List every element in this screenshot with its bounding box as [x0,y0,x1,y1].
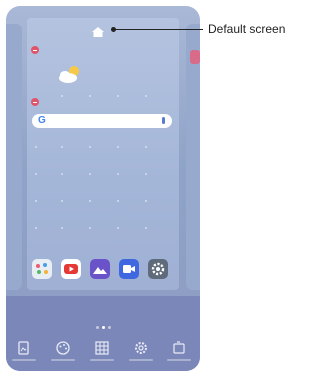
search-bar[interactable]: G [32,114,172,128]
grid-dot [61,146,63,148]
default-home-icon[interactable] [92,27,104,37]
remove-widget-icon[interactable] [31,46,39,54]
grid-dot [117,95,119,97]
toolbar-label [51,359,75,361]
grid-dot [61,227,63,229]
grid-dot [35,146,37,148]
grid-dot [117,146,119,148]
grid-dot [145,227,147,229]
grid-dot [117,227,119,229]
settings-icon[interactable] [133,340,149,356]
grid-dot [145,200,147,202]
gallery-app-icon[interactable] [32,259,52,279]
youtube-app-icon[interactable] [61,259,81,279]
theme-icon[interactable] [55,340,71,356]
page-indicator [94,316,112,334]
grid-dot [145,173,147,175]
video-app-icon[interactable] [119,259,139,279]
next-screen-preview[interactable] [186,24,200,290]
grid-dot [89,173,91,175]
page-dot [107,326,111,329]
weather-icon[interactable] [56,63,84,85]
preview-app-icon [190,50,200,64]
toolbar-label [12,359,36,361]
remove-widget-icon[interactable] [31,98,39,106]
grid-dot [89,227,91,229]
edit-toolbar-area [6,296,200,371]
page-dot [95,326,99,329]
page-dot-active [101,326,105,329]
current-screen-preview[interactable]: G [27,18,179,290]
grid-dot [89,200,91,202]
settings-app-icon[interactable] [148,259,168,279]
grid-dot [61,200,63,202]
grid-dot [145,95,147,97]
wallpaper-icon[interactable] [16,340,32,356]
mic-icon[interactable] [162,117,165,124]
previous-screen-preview[interactable] [6,24,22,290]
grid-dot [61,95,63,97]
grid-dot [145,146,147,148]
callout-line [114,29,203,30]
grid-dot [117,200,119,202]
grid-dot [35,173,37,175]
toolbar-label [90,359,114,361]
grid-dot [89,146,91,148]
photos-app-icon[interactable] [90,259,110,279]
toolbar-label [167,359,191,361]
phone-home-screen-editor: G [6,6,200,371]
google-logo: G [38,115,46,126]
grid-dot [35,227,37,229]
rotate-icon[interactable] [171,340,187,356]
grid-dot [35,200,37,202]
grid-dot [117,173,119,175]
grid-icon[interactable] [94,340,110,356]
grid-dot [61,173,63,175]
default-screen-label: Default screen [208,22,286,36]
toolbar-label [129,359,153,361]
grid-dot [89,95,91,97]
